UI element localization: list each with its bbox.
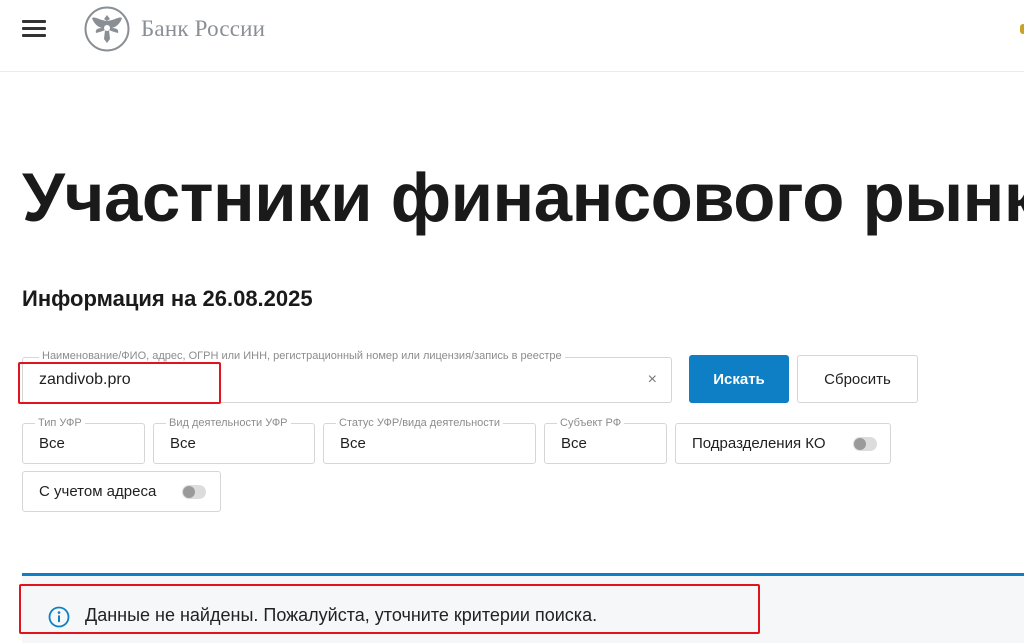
filter-label: Субъект РФ <box>557 417 625 429</box>
clear-icon[interactable]: × <box>648 370 657 390</box>
result-message: Данные не найдены. Пожалуйста, уточните … <box>85 605 598 625</box>
eagle-emblem-icon <box>84 6 130 52</box>
filter-label: Статус УФР/вида деятельности <box>336 417 503 429</box>
search-input[interactable] <box>39 368 619 392</box>
menu-icon-line <box>22 20 46 23</box>
filter-ufr-type[interactable]: Тип УФР Все <box>22 417 145 464</box>
bank-logo[interactable]: Банк России <box>84 6 265 52</box>
toggle-with-address[interactable]: С учетом адреса <box>22 471 221 512</box>
toggle-label: Подразделения КО <box>692 435 826 452</box>
site-header: Банк России <box>0 0 1024 72</box>
logo-text: Банк России <box>141 16 266 41</box>
filter-status[interactable]: Статус УФР/вида деятельности Все <box>323 417 536 464</box>
filter-label: Тип УФР <box>35 417 85 429</box>
filter-region[interactable]: Субъект РФ Все <box>544 417 667 464</box>
toggle-switch[interactable] <box>182 485 206 499</box>
filter-value: Все <box>39 435 65 452</box>
toggle-knob <box>854 438 866 450</box>
menu-icon[interactable] <box>22 19 48 39</box>
page: Банк России Участники финансового рынка … <box>0 0 1024 643</box>
info-date: Информация на 26.08.2025 <box>22 286 313 311</box>
search-field[interactable]: Наименование/ФИО, адрес, ОГРН или ИНН, р… <box>22 350 672 403</box>
page-title: Участники финансового рынка <box>22 159 1024 236</box>
menu-icon-line <box>22 27 46 30</box>
toggle-label: С учетом адреса <box>39 483 157 500</box>
reset-button[interactable]: Сбросить <box>797 355 918 403</box>
filter-label: Вид деятельности УФР <box>166 417 291 429</box>
filter-value: Все <box>170 435 196 452</box>
search-label: Наименование/ФИО, адрес, ОГРН или ИНН, р… <box>39 350 565 362</box>
filter-value: Все <box>340 435 366 452</box>
toggle-knob <box>183 486 195 498</box>
menu-icon-line <box>22 34 46 37</box>
header-accent <box>1020 24 1024 34</box>
filter-activity-type[interactable]: Вид деятельности УФР Все <box>153 417 315 464</box>
result-notice: Данные не найдены. Пожалуйста, уточните … <box>22 573 1024 643</box>
filter-value: Все <box>561 435 587 452</box>
info-icon <box>48 606 70 628</box>
toggle-ko-divisions[interactable]: Подразделения КО <box>675 423 891 464</box>
search-button[interactable]: Искать <box>689 355 789 403</box>
toggle-switch[interactable] <box>853 437 877 451</box>
